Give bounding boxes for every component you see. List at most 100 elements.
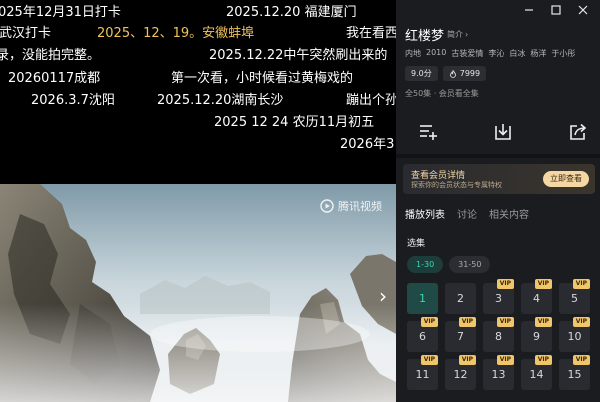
danmaku-comment: 20260117成都 bbox=[8, 71, 101, 86]
danmaku-comment: 2025.12.20 福建厦门 bbox=[226, 5, 357, 20]
danmaku-comment: 2025.12.22中午突然刷出来的 bbox=[209, 48, 388, 63]
show-title: 红楼梦 bbox=[405, 29, 445, 44]
tab-discussion[interactable]: 讨论 bbox=[457, 206, 477, 221]
danmaku-comment: 2026年3 bbox=[340, 137, 395, 152]
episode-button[interactable]: 9 VIP bbox=[521, 317, 552, 352]
share-icon[interactable] bbox=[568, 122, 588, 142]
danmaku-comment: 2025 12 24 农历11月初五 bbox=[214, 115, 375, 130]
danmaku-comment: 025年12月31日打卡 bbox=[0, 5, 121, 20]
episode-button[interactable]: 11 VIP bbox=[407, 355, 438, 390]
vip-banner[interactable]: 查看会员详情 探索你的会员状态与专属特权 立即查看 bbox=[403, 164, 595, 194]
vip-description: 探索你的会员状态与专属特权 bbox=[411, 181, 502, 189]
danmaku-comment: 2026.3.7沈阳 bbox=[31, 93, 115, 108]
vip-badge: VIP bbox=[496, 279, 514, 289]
episode-number: 8 bbox=[495, 330, 502, 343]
video-player[interactable]: 025年12月31日打卡 2025.12.20 福建厦门 武汉打卡 2025、1… bbox=[0, 0, 396, 402]
episode-grid: 1 2 3 VIP 4 VIP 5 VIP 6 VIP 7 VIP 8 VIP 9 VIP 10 VIP 11 VIP… bbox=[407, 279, 590, 390]
episode-number: 4 bbox=[533, 292, 540, 305]
danmaku-comment: 武汉打卡 bbox=[0, 26, 52, 41]
rating-value: 9.0分 bbox=[411, 69, 432, 78]
vip-badge: VIP bbox=[496, 355, 514, 365]
chevron-right-icon[interactable]: › bbox=[374, 284, 392, 308]
vip-badge: VIP bbox=[572, 279, 590, 289]
episode-number: 2 bbox=[457, 292, 464, 305]
episode-button[interactable]: 4 VIP bbox=[521, 279, 552, 314]
watermark: 腾讯视频 bbox=[320, 198, 382, 214]
side-panel: 红楼梦 简介 › 内地 2010 古装爱情 李沁 白冰 杨洋 于小彤 9.0分 7… bbox=[396, 0, 600, 402]
vip-badge: VIP bbox=[458, 355, 476, 365]
range-1-30[interactable]: 1-30 bbox=[407, 256, 444, 273]
episode-number: 10 bbox=[567, 330, 582, 343]
tag: 杨洋 bbox=[530, 49, 547, 58]
watermark-text: 腾讯视频 bbox=[338, 200, 382, 213]
vip-badge: VIP bbox=[572, 355, 590, 365]
vip-badge: VIP bbox=[534, 355, 552, 365]
playlist-add-icon[interactable] bbox=[418, 122, 438, 142]
tab-playlist[interactable]: 播放列表 bbox=[405, 206, 445, 221]
vip-badge: VIP bbox=[534, 317, 552, 327]
window-titlebar bbox=[396, 0, 600, 20]
episode-number: 7 bbox=[457, 330, 464, 343]
vip-badge: VIP bbox=[420, 317, 438, 327]
danmaku-comment: 2025.12.20湖南长沙 bbox=[157, 93, 284, 108]
danmaku-comment: 录，没能拍完整。 bbox=[0, 48, 101, 63]
danmaku-comment: 2025、12、19。安徽蚌埠 bbox=[97, 26, 255, 41]
vip-badge: VIP bbox=[458, 317, 476, 327]
episode-section-label: 选集 bbox=[407, 239, 426, 249]
intro-link-label: 简介 bbox=[447, 30, 463, 39]
episode-info: 全50集 · 会员看全集 bbox=[405, 89, 479, 98]
danmaku-comment: 第一次看，小时候看过黄梅戏的 bbox=[171, 71, 354, 86]
episode-number: 12 bbox=[453, 368, 468, 381]
action-bar bbox=[396, 118, 600, 146]
vip-badge: VIP bbox=[420, 355, 438, 365]
panel-tabs: 播放列表 讨论 相关内容 bbox=[405, 206, 529, 221]
tag: 于小彤 bbox=[551, 49, 576, 58]
rating-badge: 9.0分 bbox=[405, 66, 438, 81]
episode-button[interactable]: 1 bbox=[407, 283, 438, 314]
episode-button[interactable]: 8 VIP bbox=[483, 317, 514, 352]
tag: 白冰 bbox=[509, 49, 526, 58]
tab-related[interactable]: 相关内容 bbox=[489, 206, 529, 221]
episode-number: 3 bbox=[495, 292, 502, 305]
vip-badge: VIP bbox=[572, 317, 590, 327]
episode-number: 14 bbox=[529, 368, 544, 381]
danmaku-comment: 我在看西 bbox=[346, 26, 396, 41]
episode-button[interactable]: 7 VIP bbox=[445, 317, 476, 352]
heat-value: 7999 bbox=[459, 69, 481, 78]
heat-badge: 7999 bbox=[442, 66, 487, 81]
episode-number: 6 bbox=[419, 330, 426, 343]
episode-number: 1 bbox=[419, 292, 426, 305]
danmaku-comment: 蹦出个孙 bbox=[346, 93, 396, 108]
tag: 2010 bbox=[426, 48, 447, 57]
download-icon[interactable] bbox=[493, 122, 513, 142]
chevron-right-icon: › bbox=[465, 30, 469, 39]
close-icon[interactable] bbox=[570, 0, 596, 20]
tag: 李沁 bbox=[488, 49, 505, 58]
intro-link[interactable]: 简介 › bbox=[447, 29, 468, 40]
episode-button[interactable]: 15 VIP bbox=[559, 355, 590, 390]
vip-badge: VIP bbox=[496, 317, 514, 327]
view-now-button[interactable]: 立即查看 bbox=[543, 171, 589, 187]
vip-badge: VIP bbox=[534, 279, 552, 289]
flame-icon bbox=[449, 69, 456, 78]
danmaku-layer: 025年12月31日打卡 2025.12.20 福建厦门 武汉打卡 2025、1… bbox=[0, 0, 396, 184]
episode-button[interactable]: 14 VIP bbox=[521, 355, 552, 390]
episode-number: 15 bbox=[567, 368, 582, 381]
episode-button[interactable]: 2 bbox=[445, 283, 476, 314]
episode-number: 13 bbox=[491, 368, 506, 381]
minimize-icon[interactable] bbox=[516, 0, 542, 20]
range-31-50[interactable]: 31-50 bbox=[449, 256, 491, 273]
episode-button[interactable]: 13 VIP bbox=[483, 355, 514, 390]
divider bbox=[396, 154, 600, 158]
tencent-video-logo-icon bbox=[320, 199, 334, 213]
episode-number: 9 bbox=[533, 330, 540, 343]
episode-button[interactable]: 10 VIP bbox=[559, 317, 590, 352]
episode-button[interactable]: 3 VIP bbox=[483, 279, 514, 314]
maximize-icon[interactable] bbox=[543, 0, 569, 20]
episode-button[interactable]: 6 VIP bbox=[407, 317, 438, 352]
episode-range-selector: 1-30 31-50 bbox=[407, 256, 491, 273]
tag: 内地 bbox=[405, 49, 421, 58]
tag: 古装爱情 bbox=[451, 49, 484, 58]
episode-button[interactable]: 12 VIP bbox=[445, 355, 476, 390]
episode-button[interactable]: 5 VIP bbox=[559, 279, 590, 314]
